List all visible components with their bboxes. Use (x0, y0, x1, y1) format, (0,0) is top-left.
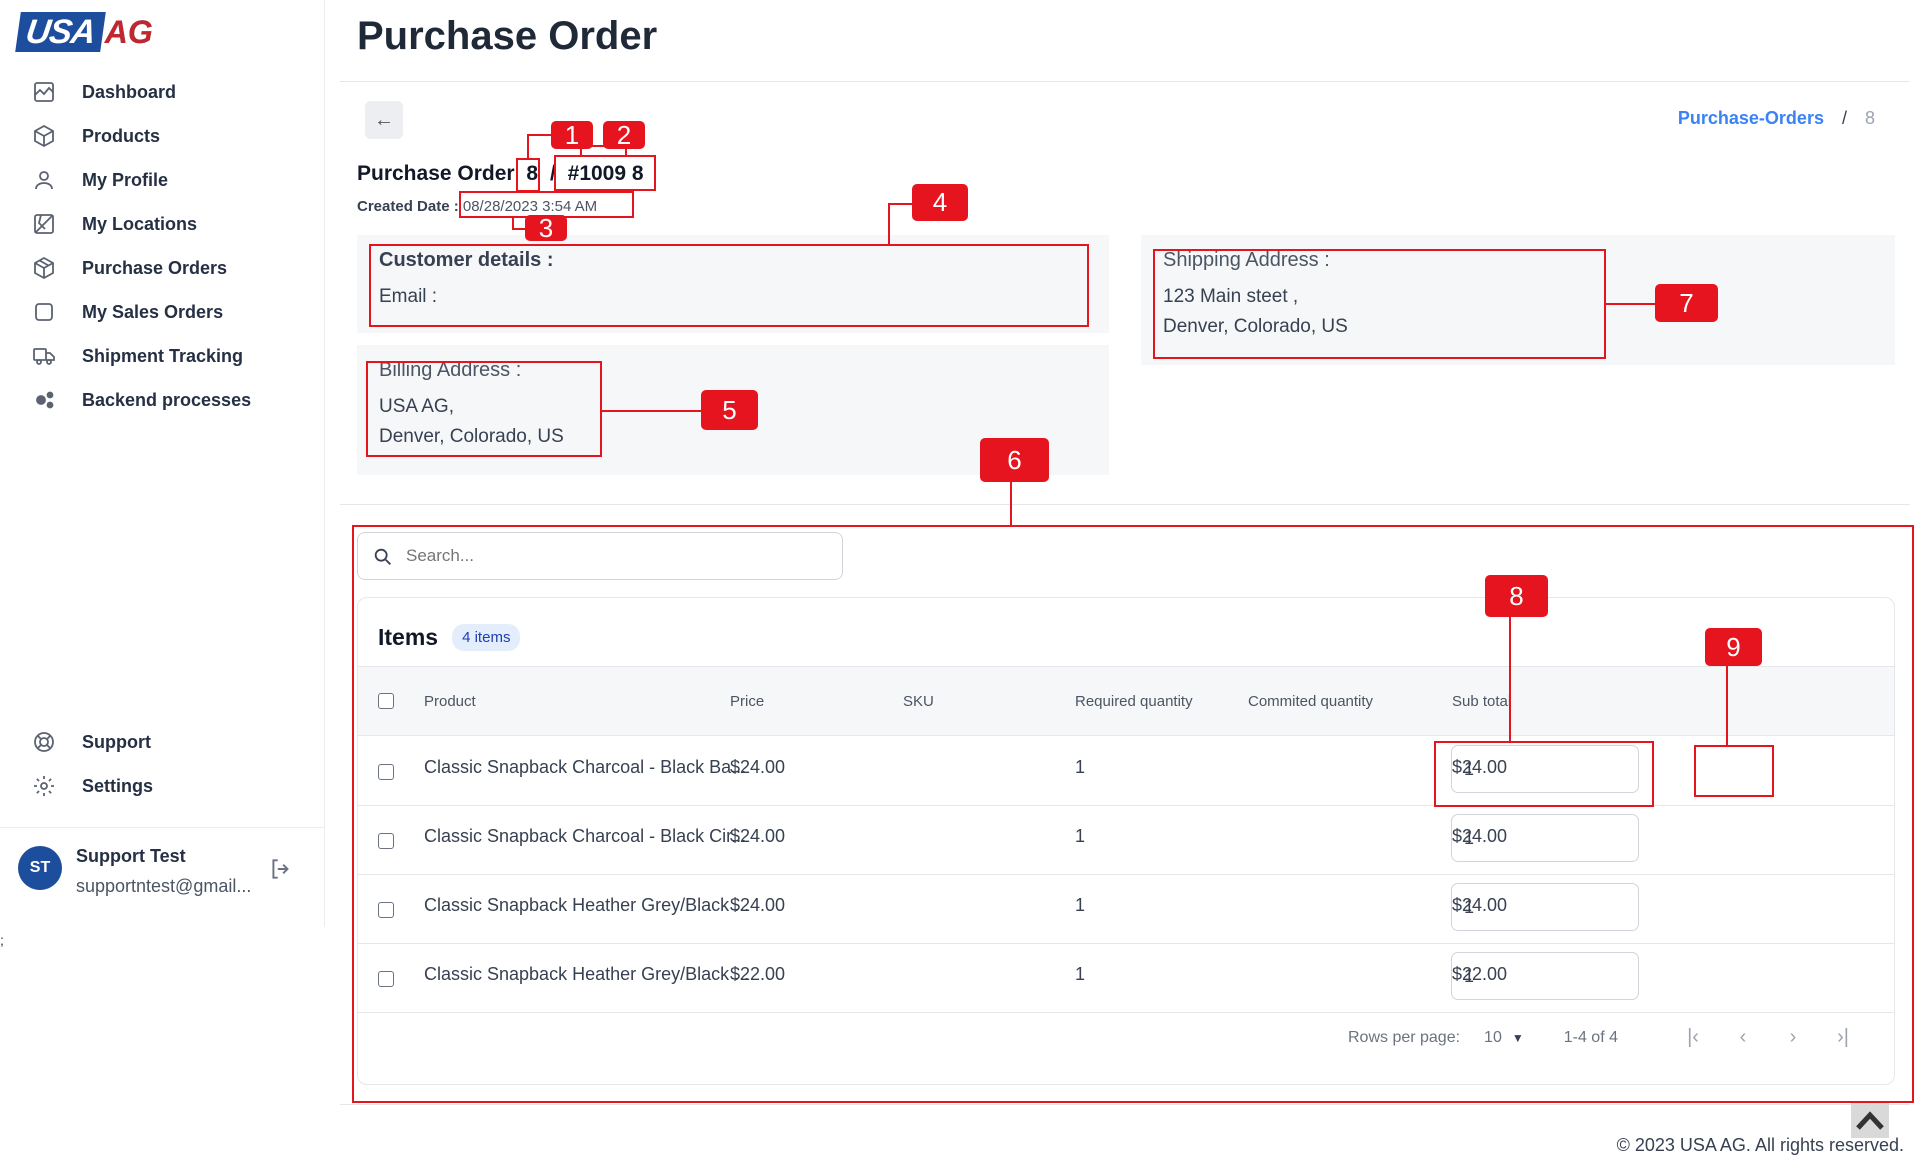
annotation-line (888, 203, 912, 205)
nav-label: My Locations (82, 213, 198, 234)
nav-label: My Sales Orders (82, 301, 224, 322)
nav-label: Dashboard (82, 81, 177, 102)
annotation-line (601, 410, 701, 412)
annotation-tag-4: 4 (912, 184, 968, 221)
annotation-tag-6: 6 (980, 438, 1049, 482)
annotation-box-5 (366, 361, 602, 457)
annotation-line (1010, 480, 1012, 526)
nav-label: Products (82, 125, 161, 146)
annotation-box-6 (352, 525, 1914, 1103)
user-name: Support Test (76, 846, 186, 866)
annotation-line (1605, 303, 1655, 305)
nav-label: Purchase Orders (82, 257, 228, 278)
breadcrumb-link[interactable]: Purchase-Orders (1678, 108, 1824, 129)
nav-item-purchase-orders[interactable]: Purchase Orders (30, 246, 310, 290)
nav-label: Settings (82, 775, 154, 796)
divider (340, 1104, 1910, 1105)
annotation-line (1726, 663, 1728, 747)
sidebar-divider (0, 827, 325, 828)
truck-icon (30, 342, 58, 370)
annotation-tag-2: 2 (603, 120, 645, 150)
logo-ag-text: AG (104, 14, 153, 50)
footer-copyright: © 2023 USA AG. All rights reserved. (1616, 1135, 1904, 1155)
nav-item-backend-processes[interactable]: Backend processes (30, 378, 310, 422)
annotation-box-1 (516, 158, 540, 192)
nav-item-my-locations[interactable]: My Locations (30, 202, 310, 246)
nav-item-support[interactable]: Support (30, 720, 310, 764)
annotation-tag-3: 3 (525, 213, 567, 243)
annotation-tag-5: 5 (701, 390, 758, 430)
annotation-line (1509, 614, 1511, 742)
secondary-nav: Support Settings (30, 720, 310, 808)
nav-label: Backend processes (82, 389, 252, 410)
gear-icon (30, 772, 58, 800)
nav-label: My Profile (82, 169, 169, 190)
divider (340, 504, 1910, 505)
scroll-to-top-button[interactable] (1851, 1102, 1889, 1138)
user-profile: ST Support Test supportntest@gmail... (18, 846, 318, 906)
annotation-box-2 (554, 155, 656, 191)
stray-text: ; (0, 932, 4, 948)
square-icon (30, 298, 58, 326)
nav-item-shipment-tracking[interactable]: Shipment Tracking (30, 334, 310, 378)
po-label: Purchase Order (357, 162, 515, 185)
map-icon (30, 210, 58, 238)
annotation-tag-9: 9 (1705, 628, 1762, 666)
breadcrumb-current: 8 (1864, 108, 1875, 128)
logout-icon[interactable] (268, 856, 294, 882)
nav-item-dashboard[interactable]: Dashboard (30, 70, 310, 114)
gears-icon (30, 386, 58, 414)
nav-label: Shipment Tracking (82, 345, 244, 366)
box-icon (30, 122, 58, 150)
annotation-line (888, 203, 890, 246)
annotation-box-8 (1434, 741, 1654, 807)
lifebuoy-icon (30, 728, 58, 756)
annotation-line (512, 228, 526, 230)
avatar[interactable]: ST (18, 846, 62, 890)
nav-item-settings[interactable]: Settings (30, 764, 310, 808)
main-nav: Dashboard Products My Profile My Locatio… (30, 70, 310, 422)
page-title: Purchase Order (357, 14, 658, 58)
user-icon (30, 166, 58, 194)
nav-item-products[interactable]: Products (30, 114, 310, 158)
annotation-box-9 (1694, 745, 1774, 797)
chevron-up-icon (1856, 1111, 1884, 1130)
annotation-tag-7: 7 (1655, 284, 1718, 322)
nav-label: Support (82, 731, 151, 752)
annotation-tag-1: 1 (551, 120, 593, 150)
created-label: Created Date : (357, 198, 459, 215)
chart-icon (30, 78, 58, 106)
logo-usa-text: USA (15, 12, 106, 52)
back-button[interactable]: ← (365, 101, 403, 139)
nav-item-my-profile[interactable]: My Profile (30, 158, 310, 202)
package-icon (30, 254, 58, 282)
breadcrumb: Purchase-Orders / 8 (1678, 108, 1875, 129)
sidebar: USA AG Dashboard Products My Profile My … (0, 0, 325, 927)
nav-item-my-sales-orders[interactable]: My Sales Orders (30, 290, 310, 334)
annotation-tag-8: 8 (1485, 575, 1548, 617)
annotation-line (527, 134, 529, 160)
usa-ag-logo[interactable]: USA AG (15, 10, 153, 54)
arrow-left-icon: ← (374, 108, 394, 131)
divider (340, 81, 1910, 82)
annotation-box-4 (369, 244, 1089, 327)
breadcrumb-separator: / (1841, 108, 1847, 128)
user-email: supportntest@gmail... (76, 876, 252, 896)
annotation-box-7 (1153, 249, 1606, 359)
